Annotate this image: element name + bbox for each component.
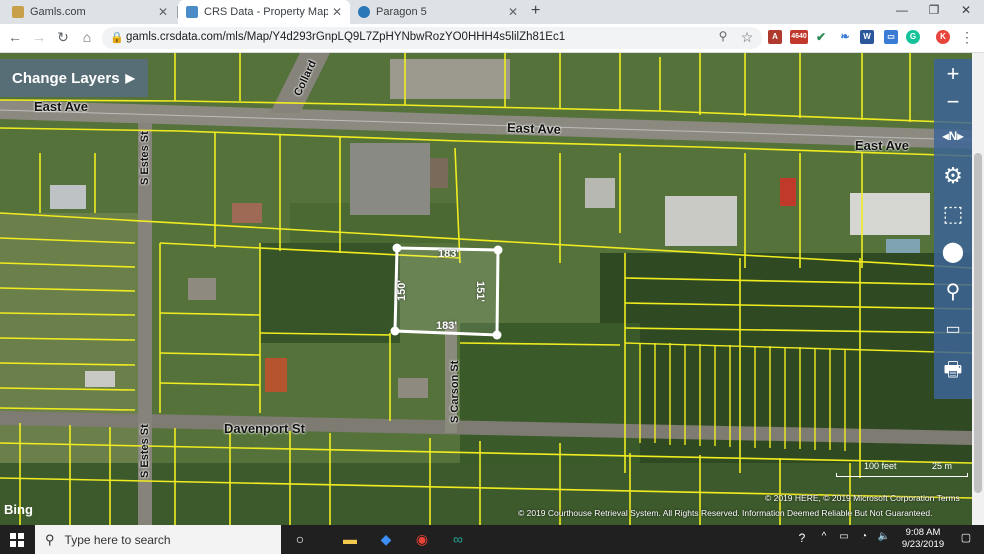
tab-title: Paragon 5 <box>376 6 427 18</box>
vertex-handle[interactable] <box>390 326 400 336</box>
dimension-right: 151' <box>474 281 486 302</box>
close-tab-icon[interactable]: ✕ <box>508 5 518 19</box>
calendar-extension-icon[interactable]: 4640 <box>790 30 808 44</box>
measure-ruler-icon[interactable]: ▭ <box>934 319 972 339</box>
scale-bar: 100 feet 25 m <box>836 461 968 483</box>
leaf-extension-icon[interactable]: ❧ <box>838 30 852 44</box>
lock-icon: 🔒 <box>110 32 124 44</box>
profile-avatar[interactable]: K <box>936 30 950 44</box>
street-label-s-estes-bottom: S Estes St <box>139 424 151 478</box>
vertex-handle[interactable] <box>492 330 502 340</box>
close-window-button[interactable]: ✕ <box>956 3 976 17</box>
task-view-icon[interactable]: ○ <box>290 531 310 547</box>
dimension-bottom: 183' <box>436 320 457 332</box>
scale-feet: 100 feet <box>864 461 897 471</box>
help-icon[interactable]: ? <box>792 531 812 545</box>
close-tab-icon[interactable]: ✕ <box>158 5 168 19</box>
street-label-davenport: Davenport St <box>224 421 305 436</box>
data-attribution: © 2019 Courthouse Retrieval System. All … <box>518 508 933 518</box>
notification-icon[interactable]: ▢ <box>956 531 976 544</box>
print-icon[interactable]: 🖶 <box>934 355 972 389</box>
clock-date: 9/23/2019 <box>901 539 945 550</box>
tab-gamls[interactable]: Gamls.com ✕ <box>4 0 176 24</box>
zoom-out-button[interactable]: − <box>934 89 972 115</box>
back-icon[interactable]: ← <box>6 29 24 45</box>
search-placeholder: Type here to search <box>64 532 171 547</box>
volume-icon[interactable]: 🔈 <box>874 531 894 542</box>
infinity-app-icon[interactable]: ∞ <box>448 531 468 547</box>
file-explorer-icon[interactable]: ▬ <box>340 531 360 547</box>
change-layers-label: Change Layers <box>12 69 120 87</box>
taskbar-search[interactable]: ⚲ Type here to search <box>35 525 281 554</box>
street-label-east-ave-mid: East Ave <box>506 120 562 137</box>
taskbar-clock[interactable]: 9:08 AM 9/23/2019 <box>896 527 950 551</box>
windows-taskbar: ⚲ Type here to search ○ ▬ ◆ ◉ ∞ ? ^ ▭ ◔ … <box>0 525 984 554</box>
wifi-icon[interactable]: ◔ <box>854 531 874 542</box>
word-extension-icon[interactable]: W <box>860 30 874 44</box>
paragon-favicon-icon <box>358 6 370 18</box>
reload-icon[interactable]: ↻ <box>54 29 72 46</box>
street-label-s-estes-top: S Estes St <box>139 131 151 185</box>
address-bar[interactable]: 🔒 gamls.crsdata.com/mls/Map/Y4d293rGnpLQ… <box>102 27 762 49</box>
settings-gear-icon[interactable]: ⚙ <box>934 163 972 189</box>
map-attribution: © 2019 HERE, © 2019 Microsoft Corporatio… <box>765 493 960 503</box>
windows-start-icon[interactable] <box>10 533 24 547</box>
change-layers-button[interactable]: Change Layers ▶ <box>0 59 148 97</box>
scroll-thumb[interactable] <box>974 153 982 493</box>
page-scrollbar[interactable] <box>972 53 984 525</box>
vertex-handle[interactable] <box>392 243 402 253</box>
chevron-right-icon: ▶ <box>125 71 135 85</box>
close-tab-icon[interactable]: ✕ <box>332 5 342 19</box>
chrome-icon[interactable]: ◉ <box>412 531 432 548</box>
bookmark-star-icon[interactable]: ☆ <box>738 29 756 46</box>
search-icon[interactable]: ⚲ <box>934 279 972 304</box>
street-label-s-carson: S Carson St <box>449 360 461 423</box>
street-label-east-ave-left: East Ave <box>34 99 88 114</box>
gamls-favicon-icon <box>12 6 24 18</box>
search-icon: ⚲ <box>45 531 55 547</box>
tab-crs-data[interactable]: CRS Data - Property Map for Wel ✕ <box>178 0 350 24</box>
bing-logo: Bing <box>4 502 33 517</box>
location-pin-icon[interactable]: ⬤ <box>934 239 972 264</box>
screen-extension-icon[interactable]: ▭ <box>884 30 898 44</box>
pdf-extension-icon[interactable]: A <box>768 30 782 44</box>
crs-favicon-icon <box>186 6 198 18</box>
vertex-handle[interactable] <box>493 245 503 255</box>
home-icon[interactable]: ⌂ <box>78 29 96 45</box>
tab-title: CRS Data - Property Map for Wel <box>204 6 328 18</box>
new-tab-button[interactable]: + <box>531 2 540 20</box>
forward-icon[interactable]: → <box>30 29 48 45</box>
menu-icon[interactable]: ⋮ <box>958 29 976 46</box>
tab-strip: Gamls.com ✕ CRS Data - Property Map for … <box>0 0 984 24</box>
url-text: gamls.crsdata.com/mls/Map/Y4d293rGnpLQ9L… <box>126 31 566 43</box>
zoom-in-button[interactable]: + <box>934 61 972 87</box>
zoom-icon[interactable]: ⚲ <box>714 29 732 43</box>
tab-title: Gamls.com <box>30 6 86 18</box>
restore-button[interactable]: ❐ <box>924 3 944 17</box>
tab-paragon[interactable]: Paragon 5 ✕ <box>350 0 526 24</box>
check-extension-icon[interactable]: ✔ <box>814 30 828 44</box>
dimension-left: 150' <box>396 280 408 301</box>
grammarly-extension-icon[interactable]: G <box>906 30 920 44</box>
select-area-icon[interactable]: ⬚ <box>934 201 972 227</box>
dropbox-icon[interactable]: ◆ <box>376 531 396 548</box>
property-map[interactable]: East Ave East Ave East Ave Collard S Est… <box>0 53 972 525</box>
network-icon[interactable]: ▭ <box>834 531 854 542</box>
clock-time: 9:08 AM <box>905 527 941 538</box>
browser-toolbar: ← → ↻ ⌂ 🔒 gamls.crsdata.com/mls/Map/Y4d2… <box>0 24 984 53</box>
scale-meters: 25 m <box>932 461 953 471</box>
north-icon[interactable]: ◂N▸ <box>934 129 972 143</box>
tray-chevron-icon[interactable]: ^ <box>814 531 834 542</box>
dimension-top: 183' <box>438 248 459 260</box>
map-toolbar: + − ◂N▸ ⚙ ⬚ ⬤ ⚲ ▭ 🖶 <box>934 59 972 399</box>
street-label-east-ave-right: East Ave <box>855 138 909 153</box>
minimize-button[interactable]: — <box>892 3 912 17</box>
